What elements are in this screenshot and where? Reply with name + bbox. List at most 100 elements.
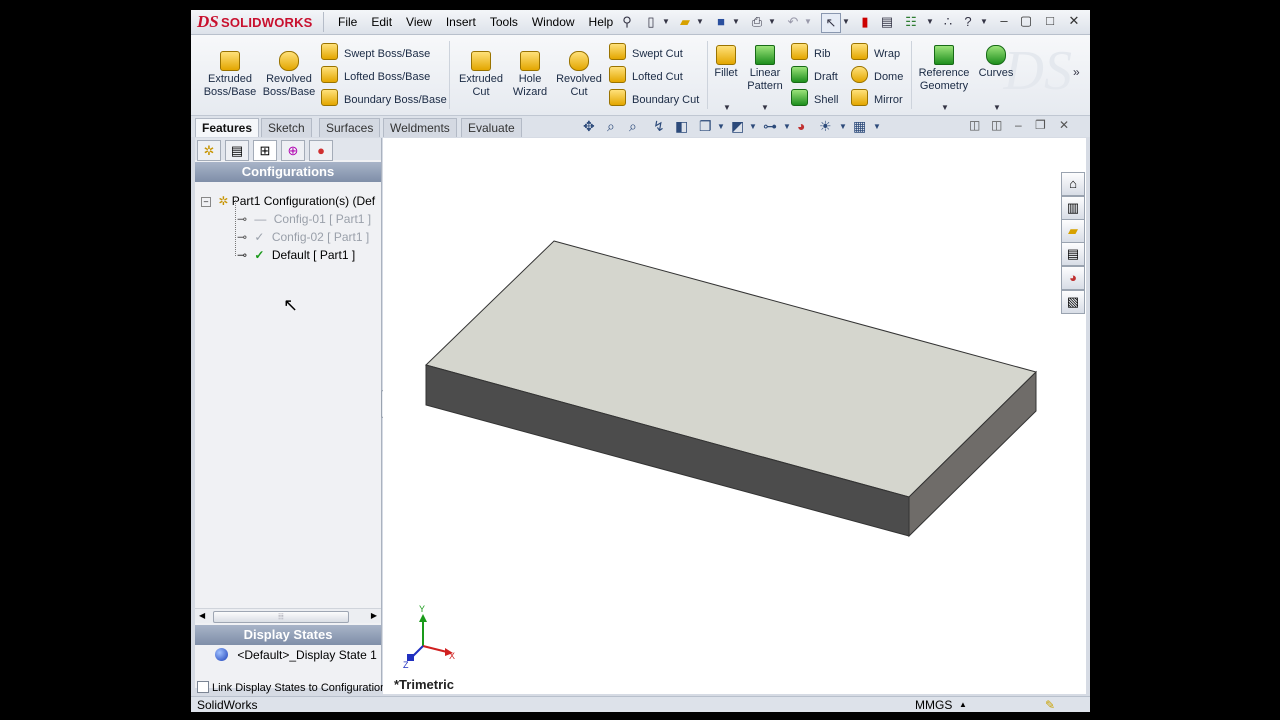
menu-window[interactable]: Window [525,15,582,29]
viewport-restore-icon[interactable]: ❐ [1035,118,1046,132]
menu-file[interactable]: File [331,15,364,29]
viewport-tile-icon[interactable]: ◫ [969,118,980,132]
rib-button[interactable]: Rib [791,43,831,61]
apply-scene-dropdown-icon[interactable]: ▼ [839,122,847,131]
extruded-cut-button[interactable]: Extruded Cut [455,51,507,99]
close-icon[interactable]: ✕ [1065,12,1083,30]
display-manager-tab-icon[interactable]: ● [309,140,333,161]
swept-boss-button[interactable]: Swept Boss/Base [321,43,430,61]
solidworks-resources-icon[interactable]: ⌂ [1061,172,1085,196]
ribbon-expand-icon[interactable]: » [1073,65,1080,79]
tab-surfaces[interactable]: Surfaces [319,118,381,137]
menu-edit[interactable]: Edit [364,15,399,29]
zoom-to-area-icon[interactable]: ⌕ [629,118,637,135]
new-document-icon[interactable]: ▯ [643,13,659,31]
save-dropdown-icon[interactable]: ▼ [731,13,741,31]
solidworks-logo[interactable]: DS SOLIDWORKS [195,12,321,32]
reference-geometry-button[interactable]: Reference Geometry [915,45,973,93]
fillet-dropdown-icon[interactable]: ▼ [723,103,731,112]
draft-button[interactable]: Draft [791,66,838,84]
fillet-button[interactable]: Fillet [711,45,741,80]
view-orientation-icon[interactable]: ❐ [699,118,712,135]
tab-sketch[interactable]: Sketch [261,118,312,137]
custom-properties-icon[interactable]: ▧ [1061,290,1085,314]
mirror-button[interactable]: Mirror [851,89,903,107]
status-units[interactable]: MMGS [915,697,952,712]
hide-show-items-icon[interactable]: ⊶ [763,118,777,135]
tree-root-configurations[interactable]: – ✲ Part1 Configuration(s) (Def [201,193,375,209]
viewport-minimize-icon[interactable]: – [1015,118,1022,132]
options-icon[interactable]: ☷ [903,13,919,31]
link-display-states-checkbox[interactable]: Link Display States to Configuration [197,681,386,694]
file-explorer-icon[interactable]: ▰ [1061,219,1085,243]
menu-help[interactable]: Help [582,15,621,29]
maximize-icon[interactable]: □ [1041,12,1059,30]
restore-icon[interactable]: ▢ [1017,12,1035,30]
revolved-cut-button[interactable]: Revolved Cut [553,51,605,99]
tree-item-config-02[interactable]: ⊸ ✓ Config-02 [ Part1 ] [237,229,369,245]
options-dropdown-icon[interactable]: ▼ [925,13,935,31]
rebuild-status-icon[interactable]: ✎ [1045,697,1055,712]
view-settings-dropdown-icon[interactable]: ▼ [873,122,881,131]
display-style-icon[interactable]: ◩ [731,118,744,135]
revolved-boss-button[interactable]: Revolved Boss/Base [261,51,317,99]
help-icon[interactable]: ? [961,13,975,31]
viewport-cascade-icon[interactable]: ◫ [991,118,1002,132]
previous-view-icon[interactable]: ↯ [653,118,665,135]
tab-evaluate[interactable]: Evaluate [461,118,522,137]
boundary-cut-button[interactable]: Boundary Cut [609,89,699,107]
extruded-boss-button[interactable]: Extruded Boss/Base [201,51,259,99]
print-dropdown-icon[interactable]: ▼ [767,13,777,31]
property-manager-tab-icon[interactable]: ▤ [225,140,249,161]
undo-dropdown-icon[interactable]: ▼ [803,13,813,31]
units-dropdown-icon[interactable]: ▲ [959,697,967,712]
apply-scene-icon[interactable]: ☀ [819,118,832,135]
file-properties-icon[interactable]: ▤ [879,13,895,31]
scroll-right-icon[interactable]: ▶ [371,609,377,623]
dimxpert-tab-icon[interactable]: ⊕ [281,140,305,161]
wrap-button[interactable]: Wrap [851,43,900,61]
lofted-cut-button[interactable]: Lofted Cut [609,66,683,84]
design-library-icon[interactable]: ▥ [1061,196,1085,220]
menu-view[interactable]: View [399,15,439,29]
reference-geometry-dropdown-icon[interactable]: ▼ [941,103,949,112]
linear-pattern-button[interactable]: Linear Pattern [743,45,787,93]
display-style-dropdown-icon[interactable]: ▼ [749,122,757,131]
scroll-left-icon[interactable]: ◀ [199,609,205,623]
toolbar-more-icon[interactable]: ∴ [941,13,955,31]
section-view-icon[interactable]: ◧ [675,118,688,135]
pin-icon[interactable]: ⚲ [619,13,635,31]
pan-icon[interactable]: ✥ [583,118,595,135]
hole-wizard-button[interactable]: Hole Wizard [507,51,553,99]
print-icon[interactable]: ⎙ [749,13,765,31]
panel-horizontal-scrollbar[interactable]: ◀ ⦙⦙⦙ ▶ [195,608,381,623]
feature-manager-tab-icon[interactable]: ✲ [197,140,221,161]
undo-icon[interactable]: ↶ [785,13,801,31]
minimize-icon[interactable]: – [995,12,1013,30]
edit-appearance-icon[interactable]: ◕ [797,118,805,134]
save-icon[interactable]: ■ [713,13,729,31]
hide-show-dropdown-icon[interactable]: ▼ [783,122,791,131]
help-dropdown-icon[interactable]: ▼ [979,13,989,31]
select-dropdown-icon[interactable]: ▼ [841,13,851,31]
view-orientation-dropdown-icon[interactable]: ▼ [717,122,725,131]
viewport-close-icon[interactable]: ✕ [1059,118,1069,132]
tab-features[interactable]: Features [195,118,260,137]
new-dropdown-icon[interactable]: ▼ [661,13,671,31]
menu-tools[interactable]: Tools [483,15,525,29]
graphics-area[interactable]: Y X Z [383,138,1086,694]
view-palette-icon[interactable]: ▤ [1061,242,1085,266]
tab-weldments[interactable]: Weldments [383,118,457,137]
menu-insert[interactable]: Insert [439,15,483,29]
rebuild-icon[interactable]: ▮ [859,13,871,31]
scrollbar-thumb[interactable]: ⦙⦙⦙ [213,611,349,623]
tree-item-default[interactable]: ⊸ ✓ Default [ Part1 ] [237,247,355,263]
swept-cut-button[interactable]: Swept Cut [609,43,683,61]
boundary-boss-button[interactable]: Boundary Boss/Base [321,89,447,107]
curves-dropdown-icon[interactable]: ▼ [993,103,1001,112]
display-state-item[interactable]: <Default>_Display State 1 [215,647,377,663]
curves-button[interactable]: Curves [975,45,1017,80]
tree-item-config-01[interactable]: ⊸ — Config-01 [ Part1 ] [237,211,371,227]
collapse-icon[interactable]: – [201,197,211,207]
lofted-boss-button[interactable]: Lofted Boss/Base [321,66,430,84]
